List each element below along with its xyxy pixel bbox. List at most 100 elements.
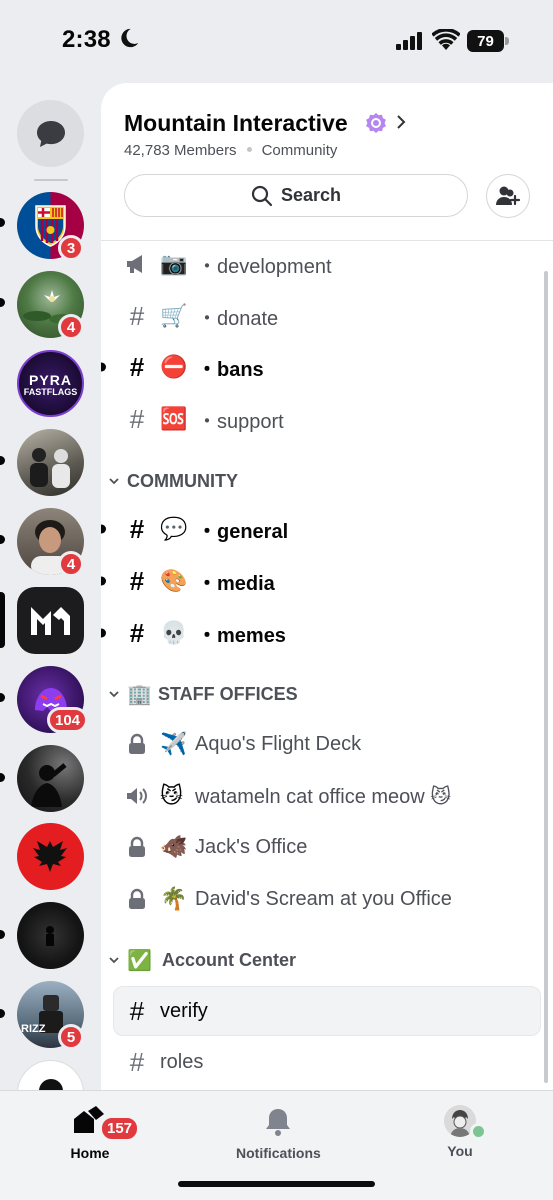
tab-label: Home <box>70 1145 110 1161</box>
chevron-down-icon <box>109 478 119 485</box>
hash-icon: # <box>129 513 145 544</box>
channel-row[interactable]: # 🆘 ・support <box>101 394 553 444</box>
cellular-signal-icon <box>396 32 422 50</box>
server-badge: 4 <box>58 314 84 340</box>
category-account-center[interactable]: ✅ Account Center <box>101 944 553 976</box>
guild-type: Community <box>261 142 338 159</box>
tab-notifications[interactable]: Notifications <box>236 1105 321 1161</box>
category-label: COMMUNITY <box>127 470 238 491</box>
scrollbar[interactable] <box>544 271 548 1083</box>
channel-name: ・memes <box>197 624 286 647</box>
unread-pip <box>0 1009 5 1018</box>
hash-icon: # <box>129 403 145 434</box>
channel-row[interactable]: # roles <box>101 1037 553 1087</box>
invite-members-button[interactable] <box>486 174 530 218</box>
category-emoji: 🏢 <box>127 683 152 706</box>
double-eagle-icon <box>33 841 67 872</box>
channel-row[interactable]: ✈️ Aquo's Flight Deck <box>101 719 553 769</box>
server-badge: 4 <box>58 551 84 577</box>
direct-messages-button[interactable] <box>17 100 84 167</box>
figure-icon <box>46 926 54 946</box>
hash-icon: # <box>129 565 145 596</box>
chevron-right-icon[interactable] <box>395 114 407 130</box>
channel-row[interactable]: 🐗 Jack's Office <box>101 822 553 872</box>
unread-pip <box>101 524 106 534</box>
online-status-dot <box>470 1123 487 1140</box>
server-text-bottom: FASTFLAGS <box>23 387 78 397</box>
channel-emoji: 🆘 <box>160 406 188 431</box>
mountain-logo-icon <box>31 607 70 635</box>
server-icon-mountain-interactive[interactable] <box>17 587 84 654</box>
channel-row-selected[interactable]: # verify <box>101 986 553 1036</box>
channel-row[interactable]: 😼 watameln cat office meow 😼 <box>101 771 553 821</box>
wifi-icon <box>432 29 460 50</box>
channel-name: ・support <box>197 410 284 433</box>
home-badge: 157 <box>99 1115 141 1142</box>
category-community[interactable]: COMMUNITY <box>101 465 553 497</box>
lock-icon <box>124 731 150 757</box>
channel-name: ・donate <box>197 307 279 330</box>
channel-emoji: 💀 <box>160 620 188 645</box>
channel-emoji: 🌴 <box>160 886 188 911</box>
battery-level: 79 <box>467 30 504 52</box>
channel-row[interactable]: 📷 ・development <box>101 239 553 289</box>
search-button[interactable]: Search <box>124 174 468 217</box>
unread-pip <box>0 693 5 702</box>
channel-row[interactable]: # ⛔ ・bans <box>101 342 553 392</box>
hash-icon: # <box>129 300 145 331</box>
channel-emoji: 😼 <box>160 783 183 808</box>
battery-icon: 79 <box>467 30 509 52</box>
channel-row[interactable]: # 🛒 ・donate <box>101 291 553 341</box>
lock-icon <box>124 886 150 912</box>
server-icon-silhouette[interactable] <box>17 745 84 812</box>
tab-you[interactable]: You <box>444 1105 487 1159</box>
status-time: 2:38 <box>62 26 111 53</box>
server-icon-group-photo[interactable] <box>17 429 84 496</box>
server-icon-partial[interactable] <box>17 1060 84 1090</box>
speaker-icon <box>124 783 150 809</box>
server-badge: 3 <box>58 235 84 261</box>
channel-row[interactable]: # 💀 ・memes <box>101 608 553 658</box>
chevron-down-icon <box>109 957 119 964</box>
boost-badge-icon <box>366 113 386 133</box>
category-staff-offices[interactable]: 🏢 STAFF OFFICES <box>101 678 553 710</box>
server-icon-pyra-fastflags[interactable]: PYRA FASTFLAGS <box>17 350 84 417</box>
unread-pip <box>0 456 5 465</box>
server-icon-dark[interactable] <box>17 902 84 969</box>
server-text: RIZZ <box>21 1023 46 1035</box>
channel-emoji: 💬 <box>160 516 188 541</box>
channel-row[interactable]: 🌴 David's Scream at you Office <box>101 874 553 924</box>
search-icon <box>251 185 273 206</box>
status-bar: 2:38 79 <box>0 0 553 80</box>
channel-name: Aquo's Flight Deck <box>195 732 362 755</box>
silhouette-icon <box>31 763 67 807</box>
channel-name: David's Scream at you Office <box>195 887 452 910</box>
home-indicator <box>178 1181 375 1187</box>
channel-name: watameln cat office meow 😼 <box>195 785 452 808</box>
channel-row[interactable]: # 🎨 ・media <box>101 556 553 606</box>
channel-row[interactable]: # 💬 ・general <box>101 504 553 554</box>
unread-pip <box>0 930 5 939</box>
guild-name[interactable]: Mountain Interactive <box>124 110 348 137</box>
channel-name: Jack's Office <box>195 835 308 858</box>
selected-server-indicator <box>0 592 5 648</box>
channel-name: verify <box>160 999 208 1022</box>
server-icon-eagle-flag[interactable] <box>17 823 84 890</box>
guild-meta: 42,783 Members Community <box>124 142 337 159</box>
channel-name: ・development <box>197 255 332 278</box>
channel-name: roles <box>160 1050 204 1073</box>
server-badge: 5 <box>58 1024 84 1050</box>
server-rail[interactable]: 3 4 PYRA FASTFLAGS 4 104 RIZZ 5 <box>0 80 101 1090</box>
unread-pip <box>0 773 5 782</box>
category-emoji: ✅ <box>127 949 152 972</box>
member-count: 42,783 Members <box>124 142 237 159</box>
channel-emoji: ⛔ <box>160 354 188 379</box>
moon-icon <box>121 28 139 48</box>
channel-panel: Mountain Interactive 42,783 Members Commu… <box>101 83 553 1090</box>
add-user-icon <box>496 186 521 206</box>
unread-pip <box>101 576 106 586</box>
channel-emoji: 🛒 <box>160 303 188 328</box>
unread-pip <box>101 628 106 638</box>
category-label: STAFF OFFICES <box>158 683 298 704</box>
unread-pip <box>0 535 5 544</box>
